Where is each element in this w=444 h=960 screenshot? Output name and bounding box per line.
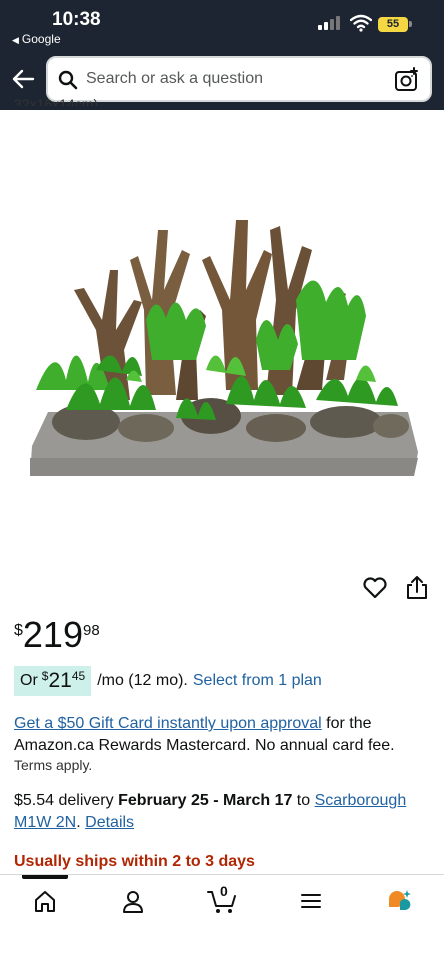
signal-icon — [318, 16, 344, 30]
price-whole: 219 — [22, 614, 83, 655]
account-icon[interactable] — [120, 887, 146, 915]
wifi-icon — [350, 14, 372, 32]
back-arrow-icon[interactable] — [10, 66, 36, 92]
search-box[interactable] — [46, 56, 432, 102]
terms-text: Terms apply. — [14, 757, 93, 773]
delivery-to: to — [292, 792, 315, 809]
select-plan-link[interactable]: Select from 1 plan — [193, 672, 322, 690]
battery-level: 55 — [378, 17, 408, 32]
back-to-app-link[interactable]: ◀ Google — [12, 32, 61, 46]
delivery-details-link[interactable]: Details — [85, 814, 134, 831]
gift-card-offer: Get a $50 Gift Card instantly upon appro… — [14, 713, 434, 757]
back-triangle-icon: ◀ — [12, 35, 19, 45]
menu-icon[interactable] — [298, 887, 324, 915]
shipping-note: Usually ships within 2 to 3 days — [14, 853, 255, 870]
home-icon[interactable] — [32, 887, 58, 915]
nav-active-indicator — [22, 875, 68, 879]
heart-icon[interactable] — [362, 576, 388, 600]
search-input[interactable] — [86, 58, 386, 100]
delivery-period: . — [76, 814, 81, 831]
delivery-info: $5.54 delivery February 25 - March 17 to… — [14, 790, 434, 834]
camera-search-icon[interactable] — [394, 67, 420, 93]
monthly-fraction: 45 — [71, 669, 86, 683]
status-time: 10:38 — [52, 9, 101, 30]
product-price: $ 219 98 — [14, 616, 100, 654]
battery-cap — [409, 21, 412, 27]
share-icon[interactable] — [405, 575, 429, 601]
rufus-icon[interactable] — [386, 887, 412, 915]
monthly-payment-row: Or $ 21 45 /mo (12 mo). Select from 1 pl… — [14, 666, 322, 696]
delivery-cost: $5.54 delivery — [14, 792, 119, 809]
delivery-dates: February 25 - March 17 — [118, 792, 293, 809]
product-image[interactable] — [26, 190, 418, 480]
back-app-label: Google — [21, 32, 61, 46]
gift-card-link[interactable]: Get a $50 Gift Card instantly upon appro… — [14, 715, 322, 732]
search-icon — [58, 70, 78, 90]
cart-button[interactable]: 0 — [206, 883, 238, 915]
bottom-navigation: 0 — [0, 874, 444, 960]
price-fraction: 98 — [82, 622, 100, 639]
monthly-prefix: Or — [20, 672, 38, 689]
monthly-symbol: $ — [41, 669, 49, 683]
cart-count: 0 — [220, 883, 228, 899]
monthly-whole: 21 — [48, 669, 72, 692]
price-symbol: $ — [14, 622, 23, 639]
cut-off-title-text: 32x16x14cm) — [14, 96, 99, 106]
monthly-price-badge: Or $ 21 45 — [14, 666, 92, 696]
monthly-term: /mo (12 mo). — [97, 672, 188, 689]
